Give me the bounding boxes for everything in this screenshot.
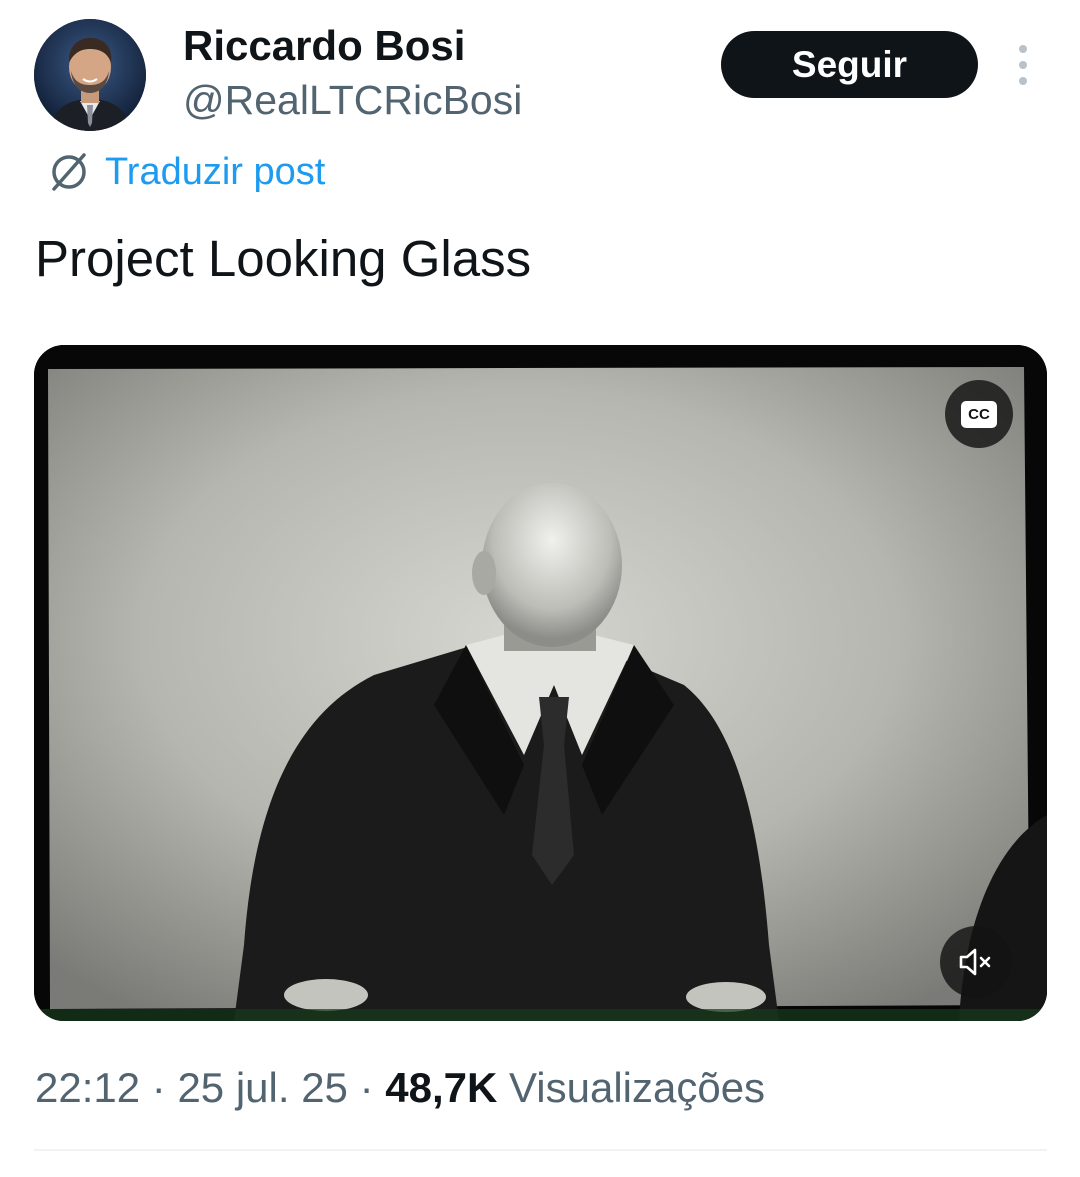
unmute-button[interactable] — [940, 926, 1012, 998]
author-display-name[interactable]: Riccardo Bosi — [183, 20, 465, 72]
avatar[interactable] — [34, 19, 146, 131]
views-label[interactable]: Visualizações — [509, 1064, 765, 1111]
post-time[interactable]: 22:12 — [35, 1064, 140, 1111]
translate-post-link[interactable]: Traduzir post — [45, 148, 325, 196]
author-handle[interactable]: @RealLTCRicBosi — [183, 74, 522, 126]
captions-icon: CC — [961, 400, 997, 428]
meta-separator: · — [151, 1064, 166, 1111]
video-player[interactable]: CC — [34, 345, 1047, 1021]
captions-button[interactable]: CC — [945, 380, 1013, 448]
muted-speaker-icon — [959, 948, 991, 976]
translate-post-label: Traduzir post — [105, 150, 326, 193]
meta-separator: · — [359, 1064, 374, 1111]
post-meta: 22:12 · 25 jul. 25 · 48,7K Visualizações — [35, 1060, 765, 1116]
video-frame — [34, 345, 1047, 1021]
more-options-icon[interactable] — [1010, 45, 1036, 85]
views-count[interactable]: 48,7K — [385, 1064, 497, 1111]
post-date[interactable]: 25 jul. 25 — [177, 1064, 347, 1111]
follow-button[interactable]: Seguir — [721, 31, 978, 98]
divider — [34, 1149, 1047, 1151]
post-text: Project Looking Glass — [35, 230, 532, 287]
translate-icon — [52, 153, 86, 191]
